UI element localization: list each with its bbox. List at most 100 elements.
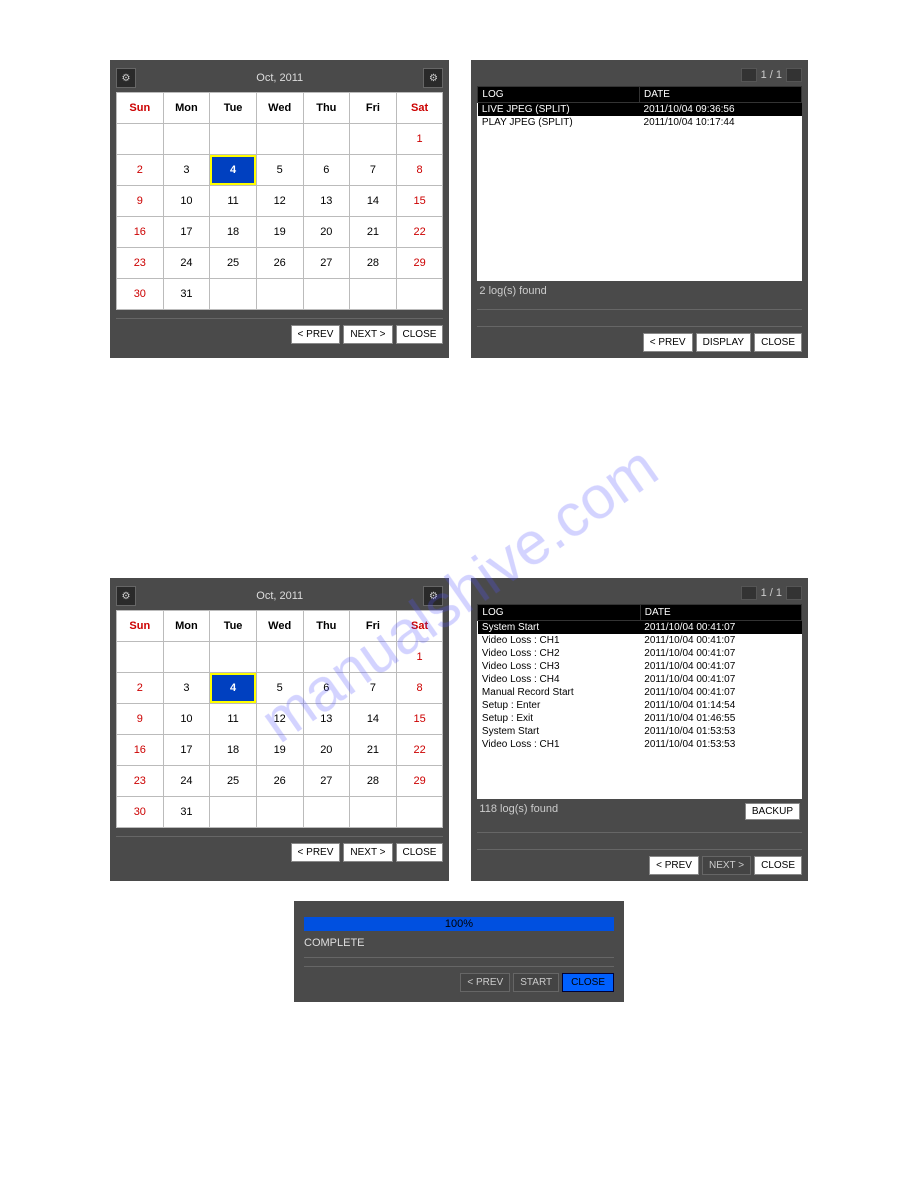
calendar-day[interactable]: 6 bbox=[303, 155, 350, 186]
calendar-day[interactable]: 29 bbox=[396, 766, 443, 797]
gear-icon[interactable]: ⚙ bbox=[116, 586, 136, 606]
log-row[interactable]: Video Loss : CH42011/10/04 00:41:07 bbox=[478, 673, 802, 686]
calendar-day[interactable]: 10 bbox=[163, 704, 210, 735]
right-arrow-icon[interactable] bbox=[786, 68, 802, 82]
calendar-day[interactable] bbox=[256, 797, 303, 828]
calendar-day[interactable] bbox=[350, 642, 397, 673]
calendar-day[interactable]: 7 bbox=[350, 155, 397, 186]
left-arrow-icon[interactable] bbox=[741, 68, 757, 82]
log-row[interactable]: Video Loss : CH12011/10/04 00:41:07 bbox=[478, 634, 802, 647]
log-row[interactable]: Video Loss : CH12011/10/04 01:53:53 bbox=[478, 738, 802, 751]
calendar-day[interactable]: 31 bbox=[163, 279, 210, 310]
calendar-day[interactable]: 31 bbox=[163, 797, 210, 828]
log-row[interactable]: Setup : Enter2011/10/04 01:14:54 bbox=[478, 699, 802, 712]
calendar-day[interactable] bbox=[350, 279, 397, 310]
calendar-day[interactable]: 4 bbox=[210, 673, 257, 704]
prev-button[interactable]: < PREV bbox=[460, 973, 510, 992]
calendar-day[interactable]: 26 bbox=[256, 248, 303, 279]
calendar-day[interactable]: 15 bbox=[396, 186, 443, 217]
calendar-day[interactable]: 23 bbox=[117, 766, 164, 797]
calendar-day[interactable]: 16 bbox=[117, 217, 164, 248]
prev-button[interactable]: < PREV bbox=[291, 843, 341, 862]
calendar-day[interactable]: 21 bbox=[350, 217, 397, 248]
calendar-day[interactable]: 23 bbox=[117, 248, 164, 279]
calendar-day[interactable] bbox=[303, 797, 350, 828]
calendar-day[interactable]: 24 bbox=[163, 248, 210, 279]
calendar-day[interactable] bbox=[350, 797, 397, 828]
calendar-day[interactable]: 20 bbox=[303, 735, 350, 766]
calendar-day[interactable]: 3 bbox=[163, 673, 210, 704]
calendar-day[interactable]: 3 bbox=[163, 155, 210, 186]
calendar-day[interactable]: 20 bbox=[303, 217, 350, 248]
calendar-day[interactable] bbox=[303, 279, 350, 310]
calendar-day[interactable]: 14 bbox=[350, 704, 397, 735]
calendar-day[interactable]: 11 bbox=[210, 704, 257, 735]
log-row[interactable]: PLAY JPEG (SPLIT)2011/10/04 10:17:44 bbox=[478, 116, 802, 129]
gear-icon[interactable]: ⚙ bbox=[423, 68, 443, 88]
calendar-day[interactable] bbox=[210, 797, 257, 828]
calendar-day[interactable]: 4 bbox=[210, 155, 257, 186]
calendar-day[interactable]: 17 bbox=[163, 217, 210, 248]
calendar-day[interactable] bbox=[210, 124, 257, 155]
calendar-day[interactable] bbox=[256, 124, 303, 155]
calendar-day[interactable] bbox=[117, 124, 164, 155]
calendar-day[interactable] bbox=[163, 642, 210, 673]
calendar-day[interactable]: 1 bbox=[396, 124, 443, 155]
log-row[interactable]: Video Loss : CH32011/10/04 00:41:07 bbox=[478, 660, 802, 673]
next-button[interactable]: NEXT > bbox=[343, 325, 392, 344]
log-row[interactable]: Setup : Exit2011/10/04 01:46:55 bbox=[478, 712, 802, 725]
calendar-day[interactable]: 18 bbox=[210, 735, 257, 766]
calendar-day[interactable]: 5 bbox=[256, 155, 303, 186]
calendar-day[interactable]: 28 bbox=[350, 248, 397, 279]
close-button[interactable]: CLOSE bbox=[754, 856, 802, 875]
calendar-day[interactable]: 1 bbox=[396, 642, 443, 673]
calendar-day[interactable]: 18 bbox=[210, 217, 257, 248]
calendar-day[interactable]: 6 bbox=[303, 673, 350, 704]
log-row[interactable]: System Start2011/10/04 01:53:53 bbox=[478, 725, 802, 738]
backup-button[interactable]: BACKUP bbox=[745, 803, 800, 820]
gear-icon[interactable]: ⚙ bbox=[116, 68, 136, 88]
calendar-day[interactable] bbox=[303, 642, 350, 673]
next-button[interactable]: NEXT > bbox=[343, 843, 392, 862]
calendar-day[interactable]: 21 bbox=[350, 735, 397, 766]
calendar-day[interactable]: 22 bbox=[396, 217, 443, 248]
calendar-day[interactable]: 13 bbox=[303, 704, 350, 735]
calendar-day[interactable]: 2 bbox=[117, 155, 164, 186]
calendar-day[interactable]: 10 bbox=[163, 186, 210, 217]
calendar-day[interactable]: 25 bbox=[210, 766, 257, 797]
prev-button[interactable]: < PREV bbox=[291, 325, 341, 344]
display-button[interactable]: DISPLAY bbox=[696, 333, 752, 352]
calendar-day[interactable]: 9 bbox=[117, 704, 164, 735]
calendar-day[interactable]: 30 bbox=[117, 279, 164, 310]
calendar-day[interactable]: 27 bbox=[303, 766, 350, 797]
close-button[interactable]: CLOSE bbox=[396, 325, 444, 344]
calendar-day[interactable]: 28 bbox=[350, 766, 397, 797]
calendar-day[interactable]: 13 bbox=[303, 186, 350, 217]
calendar-day[interactable]: 19 bbox=[256, 217, 303, 248]
close-button[interactable]: CLOSE bbox=[754, 333, 802, 352]
calendar-day[interactable]: 7 bbox=[350, 673, 397, 704]
close-button[interactable]: CLOSE bbox=[396, 843, 444, 862]
log-row[interactable]: System Start2011/10/04 00:41:07 bbox=[478, 621, 802, 635]
calendar-day[interactable] bbox=[117, 642, 164, 673]
close-button[interactable]: CLOSE bbox=[562, 973, 614, 992]
calendar-day[interactable]: 8 bbox=[396, 673, 443, 704]
calendar-day[interactable] bbox=[396, 797, 443, 828]
start-button[interactable]: START bbox=[513, 973, 559, 992]
calendar-day[interactable]: 26 bbox=[256, 766, 303, 797]
calendar-day[interactable] bbox=[256, 279, 303, 310]
calendar-day[interactable]: 16 bbox=[117, 735, 164, 766]
calendar-day[interactable]: 2 bbox=[117, 673, 164, 704]
calendar-day[interactable]: 12 bbox=[256, 704, 303, 735]
calendar-day[interactable]: 8 bbox=[396, 155, 443, 186]
log-row[interactable]: Manual Record Start2011/10/04 00:41:07 bbox=[478, 686, 802, 699]
calendar-day[interactable]: 22 bbox=[396, 735, 443, 766]
calendar-day[interactable] bbox=[163, 124, 210, 155]
left-arrow-icon[interactable] bbox=[741, 586, 757, 600]
right-arrow-icon[interactable] bbox=[786, 586, 802, 600]
calendar-day[interactable]: 29 bbox=[396, 248, 443, 279]
next-button[interactable]: NEXT > bbox=[702, 856, 751, 875]
calendar-day[interactable] bbox=[210, 642, 257, 673]
calendar-day[interactable]: 12 bbox=[256, 186, 303, 217]
calendar-day[interactable]: 5 bbox=[256, 673, 303, 704]
